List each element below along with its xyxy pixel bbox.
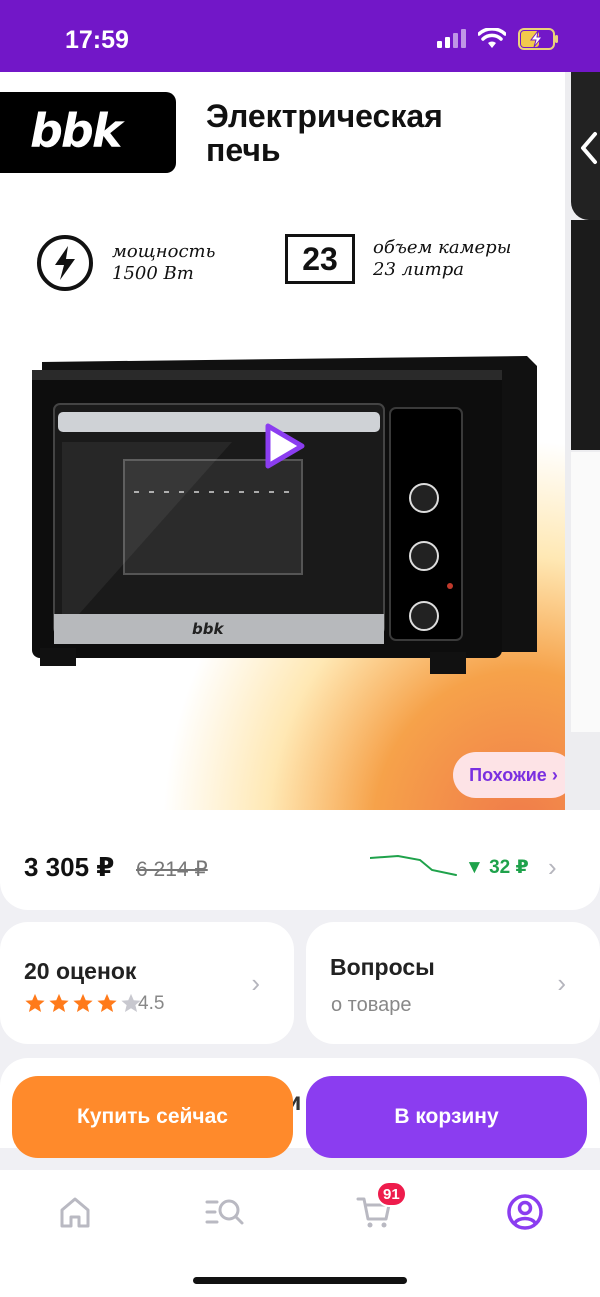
brand-logo-text: bbk — [30, 104, 122, 158]
current-price: 3 305 ₽ — [24, 852, 115, 882]
signal-icon — [437, 29, 466, 48]
brand-logo: bbk — [0, 92, 176, 173]
status-icons — [436, 28, 560, 50]
spec-power-label: мощность — [112, 241, 216, 262]
spec-power-text: мощность 1500 Вт — [112, 241, 215, 285]
star-icon — [49, 993, 69, 1012]
battery-charging-icon — [518, 28, 558, 50]
questions-chevron-icon: › — [557, 968, 566, 998]
volume-badge: 23 — [285, 234, 355, 284]
similar-button[interactable]: Похожие › — [453, 752, 565, 798]
spec-power: мощность 1500 Вт — [36, 234, 215, 292]
spec-power-value: 1500 Вт — [112, 263, 194, 284]
oven-brand-text: bbk — [192, 620, 224, 638]
buy-now-button[interactable]: Купить сейчас — [12, 1076, 293, 1158]
profile-icon[interactable] — [505, 1192, 545, 1232]
old-price: 6 214 ₽ — [136, 858, 208, 881]
hero-title-line1: Электрическая — [206, 98, 443, 134]
catalog-search-icon[interactable] — [205, 1192, 245, 1232]
next-image-thumbnail[interactable] — [565, 72, 600, 824]
questions-card[interactable]: Вопросы о товаре › — [306, 922, 600, 1044]
hero-title-line2: печь — [206, 132, 281, 168]
price-chevron-icon: › — [548, 852, 557, 882]
star-icon — [25, 993, 45, 1012]
spec-volume-text: объем камеры 23 литра — [373, 237, 511, 281]
wifi-icon — [478, 28, 506, 48]
price-change: ▼ 32 ₽ — [465, 857, 529, 878]
product-image[interactable]: bbk Электрическая печь мощность 1500 Вт … — [0, 72, 565, 824]
questions-title: Вопросы — [330, 954, 435, 980]
rating-value: 4.5 — [138, 993, 165, 1014]
price-history-sparkline — [370, 854, 457, 876]
home-indicator — [193, 1277, 407, 1284]
price-card[interactable]: 3 305 ₽ 6 214 ₽ ▼ 32 ₽ › — [0, 810, 600, 910]
spec-volume-value: 23 литра — [373, 259, 465, 280]
play-video-icon[interactable] — [258, 420, 310, 472]
ratings-count: 20 оценок — [24, 958, 137, 984]
collapse-chevron-icon[interactable] — [573, 128, 600, 168]
star-icon — [73, 993, 93, 1012]
home-icon[interactable] — [55, 1192, 95, 1232]
share-icon[interactable] — [545, 102, 565, 140]
ratings-card[interactable]: 20 оценок 4.5 › — [0, 922, 294, 1044]
ratings-chevron-icon: › — [251, 968, 260, 998]
rating-stars — [24, 992, 142, 1014]
oven-image: bbk — [32, 356, 537, 674]
add-to-cart-button[interactable]: В корзину — [306, 1076, 587, 1158]
cart-badge: 91 — [376, 1181, 407, 1207]
spec-volume: 23 объем камеры 23 литра — [285, 234, 511, 284]
spec-volume-label: объем камеры — [373, 237, 512, 258]
lightning-icon — [37, 235, 93, 291]
heart-icon[interactable] — [466, 100, 506, 140]
hero-title: Электрическая печь — [206, 99, 443, 167]
star-icon — [97, 993, 117, 1012]
status-time: 17:59 — [65, 26, 129, 54]
questions-subtitle: о товаре — [331, 994, 412, 1016]
status-bar: 17:59 — [0, 0, 600, 72]
